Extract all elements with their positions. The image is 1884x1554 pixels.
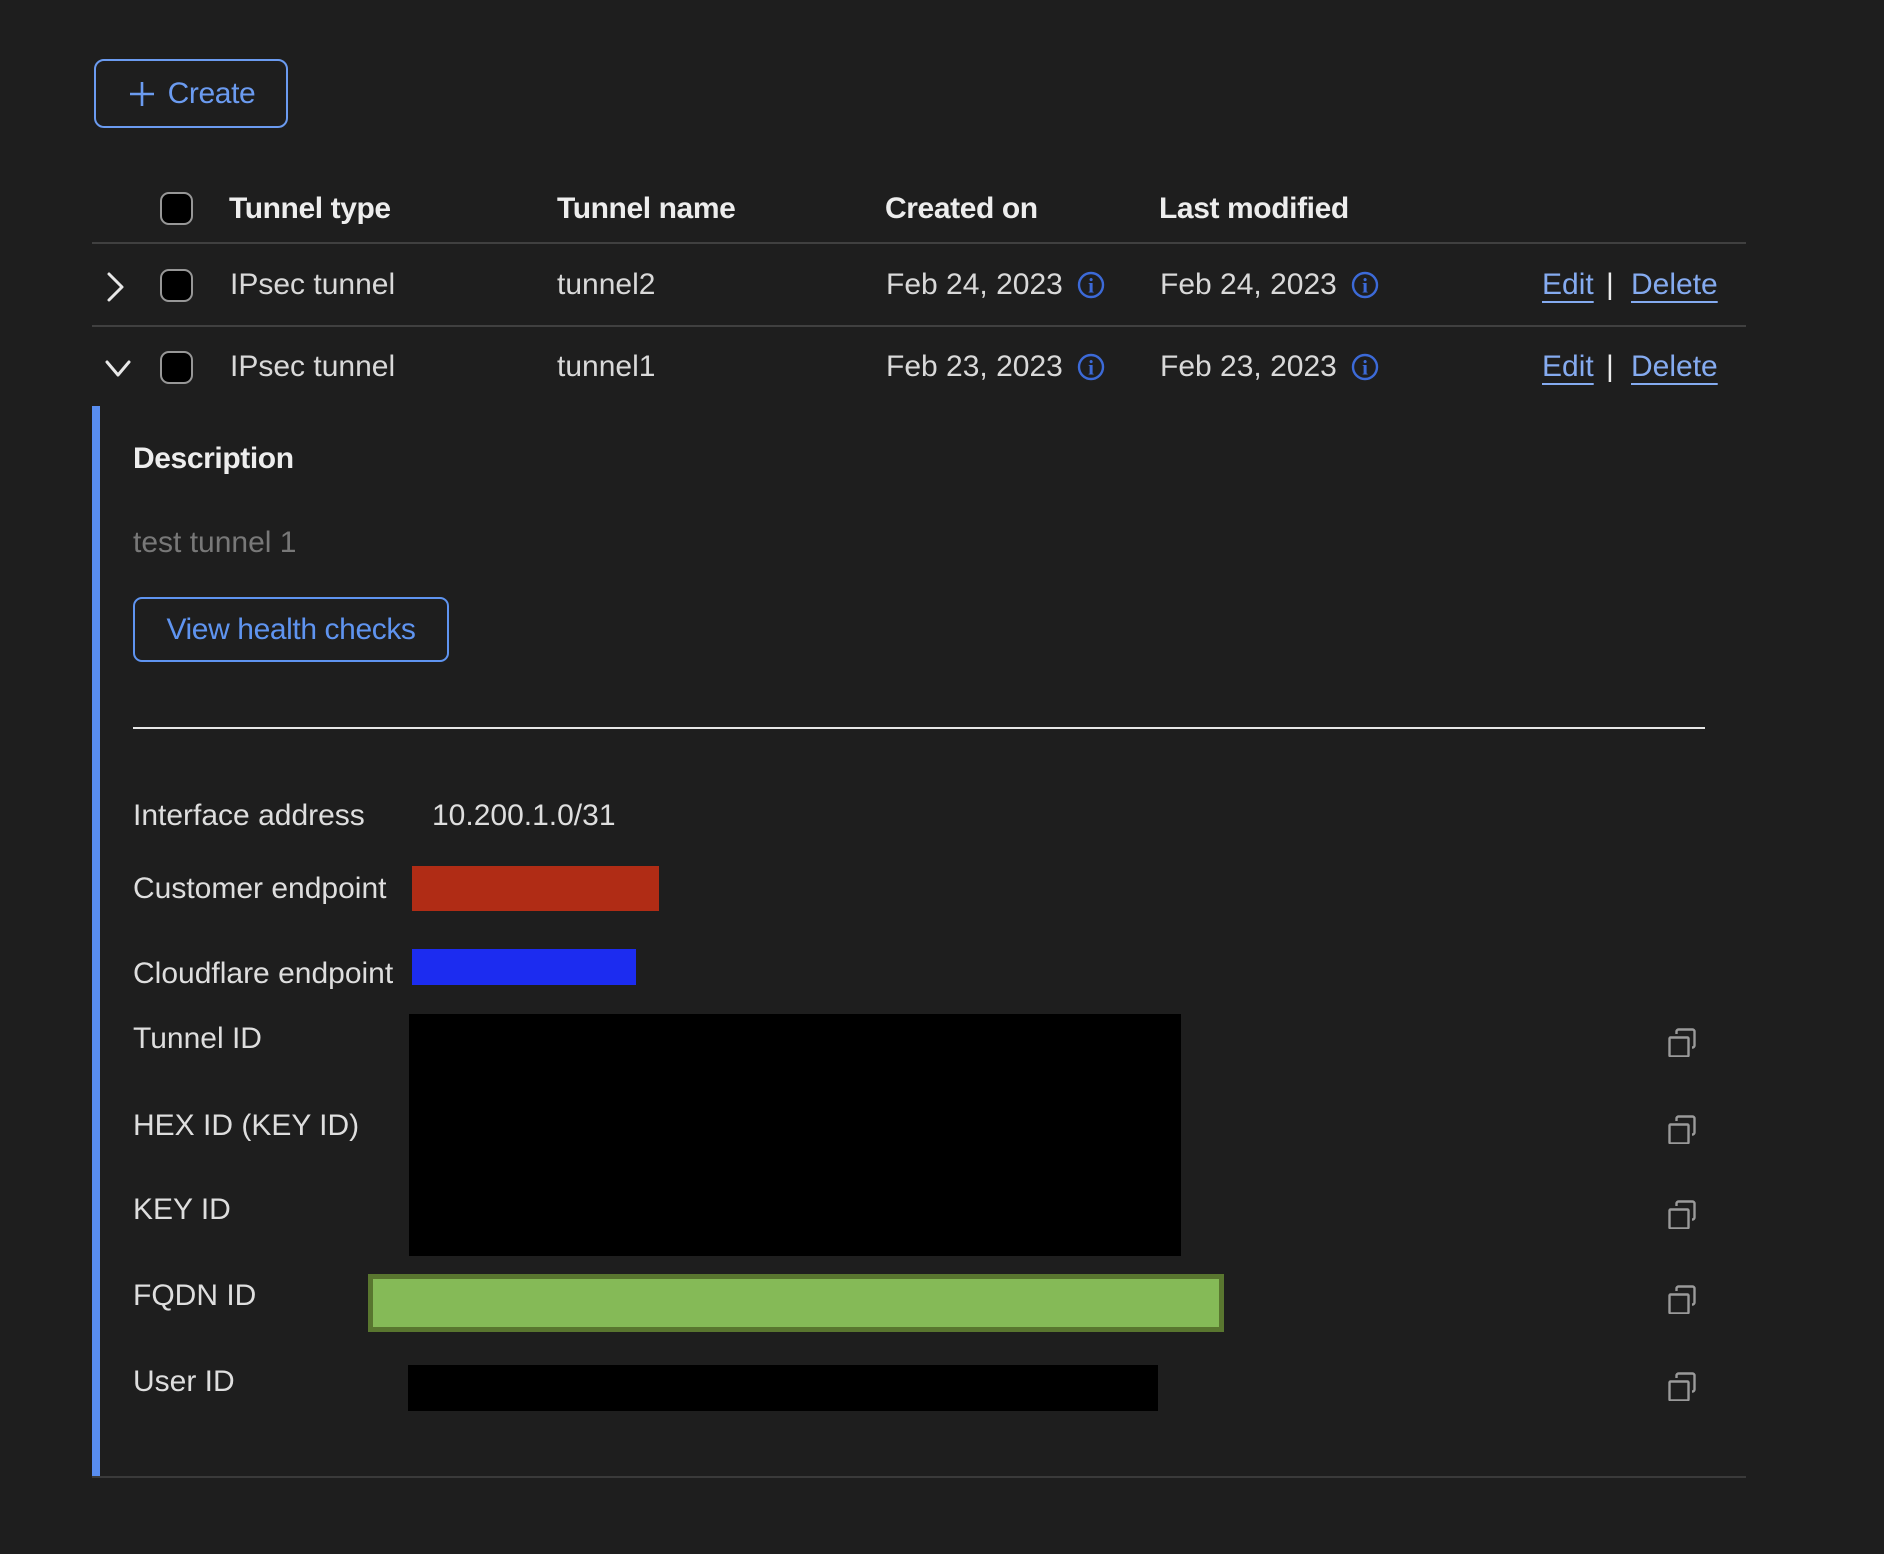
svg-text:i: i	[1088, 274, 1094, 298]
svg-text:i: i	[1362, 274, 1368, 298]
svg-text:i: i	[1088, 356, 1094, 380]
svg-text:i: i	[1362, 356, 1368, 380]
